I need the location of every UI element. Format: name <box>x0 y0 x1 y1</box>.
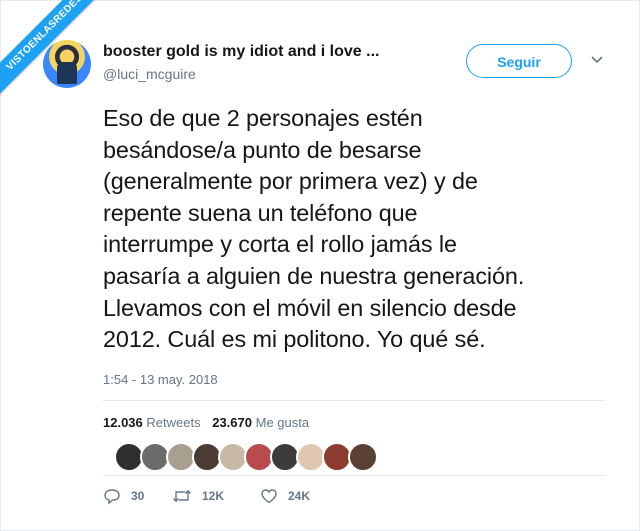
divider <box>103 400 605 401</box>
tweet-line: repente suena un teléfono que <box>103 199 418 226</box>
heart-icon <box>261 489 277 504</box>
follow-button[interactable]: Seguir <box>466 44 572 78</box>
reply-icon <box>104 489 120 505</box>
watermark-label: VISTOENLASREDES <box>0 0 110 101</box>
retweet-count: 12K <box>202 489 225 503</box>
reply-action[interactable]: 30 <box>103 486 144 506</box>
display-name[interactable]: booster gold is my idiot and i love ... <box>103 43 379 61</box>
likes-count[interactable]: 23.670 <box>212 415 252 430</box>
liker-avatar[interactable] <box>348 442 378 472</box>
tweet-line: Eso de que 2 personajes estén <box>103 105 423 131</box>
watermark-ribbon: VISTOENLASREDES <box>0 0 110 110</box>
tweet-line: (generalmente por primera vez) y de <box>103 168 478 195</box>
tweet-stats: 12.036 Retweets 23.670 Me gusta <box>103 415 317 430</box>
retweet-action[interactable]: 12K <box>172 486 224 506</box>
like-action[interactable]: 24K <box>260 486 310 506</box>
tweet-timestamp[interactable]: 1:54 - 13 may. 2018 <box>103 372 218 387</box>
retweet-icon <box>172 489 192 503</box>
tweet-text: Eso de que 2 personajes estén besándose/… <box>103 103 623 356</box>
user-handle[interactable]: @luci_mcguire <box>103 66 196 82</box>
tweet-line: pasaría a alguien de nuestra generación. <box>103 262 525 289</box>
tweet-line: 2012. Cuál es mi politono. Yo qué sé. <box>103 326 486 353</box>
tweet-line: interrumpe y corta el rollo jamás le <box>103 231 457 258</box>
retweets-label[interactable]: Retweets <box>146 415 200 430</box>
tweet-line: Llevamos con el móvil en silencio desde <box>103 294 517 321</box>
chevron-down-icon[interactable] <box>590 54 604 66</box>
likes-label[interactable]: Me gusta <box>256 415 309 430</box>
retweets-count[interactable]: 12.036 <box>103 415 143 430</box>
reply-count: 30 <box>131 489 145 503</box>
tweet-line: besándose/a punto de besarse <box>103 136 422 163</box>
like-count: 24K <box>288 489 311 503</box>
divider <box>103 475 605 476</box>
